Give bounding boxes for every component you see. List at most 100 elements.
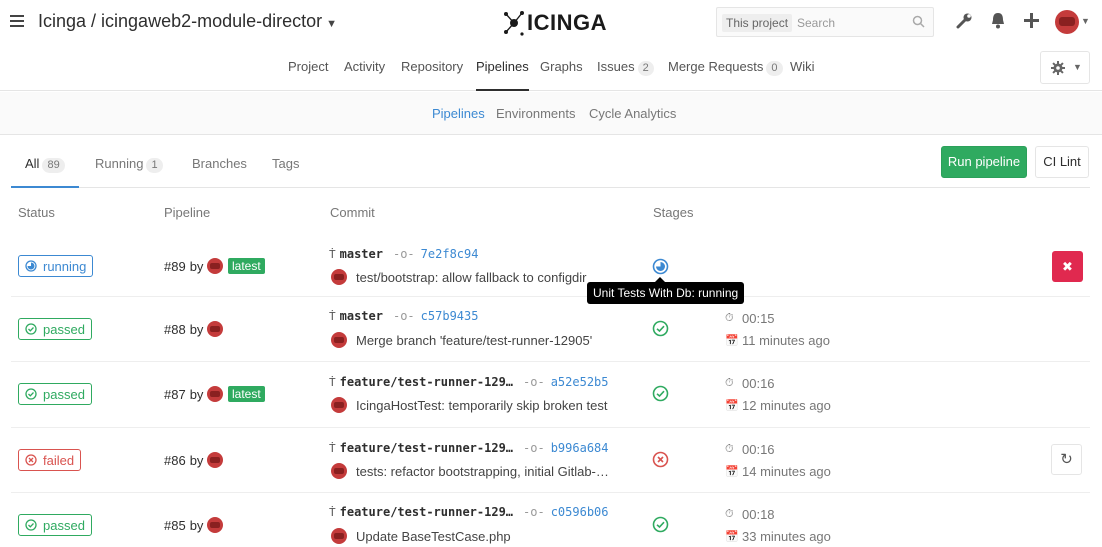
pipeline-duration: ⏱ 00:18 (725, 507, 775, 522)
status-badge[interactable]: running (18, 255, 94, 277)
column-header-stages: Stages (653, 205, 694, 220)
stage-failed-icon[interactable] (652, 451, 669, 468)
pipelines-sub-nav: Pipelines Environments Cycle Analytics (0, 92, 1102, 135)
merge-requests-count-badge: 0 (766, 61, 783, 76)
commit-icon: -o- (392, 309, 415, 323)
avatar[interactable] (331, 332, 347, 348)
nav-item-merge-requests[interactable]: Merge Requests 0 (668, 59, 783, 76)
pipeline-id[interactable]: #89 by (164, 258, 224, 274)
sub-nav-environments[interactable]: Environments (496, 106, 575, 121)
nav-item-issues[interactable]: Issues 2 (597, 59, 654, 76)
stage-passed-icon[interactable] (652, 385, 669, 402)
branch-link[interactable]: feature/test-runner-129… (340, 441, 513, 455)
branch-link[interactable]: master (340, 309, 383, 323)
gear-icon (1051, 61, 1065, 75)
commit-sha-link[interactable]: c0596b06 (551, 505, 609, 519)
status-badge[interactable]: passed (18, 318, 92, 340)
chevron-down-icon: ▼ (1073, 62, 1082, 72)
commit-ref: Ṫ master -o- c57b9435 (329, 309, 478, 323)
avatar[interactable] (331, 269, 347, 285)
nav-item-project[interactable]: Project (288, 59, 328, 74)
commit-message: test/bootstrap: allow fallback to config… (331, 269, 587, 285)
run-pipeline-button[interactable]: Run pipeline (941, 146, 1027, 178)
plus-icon[interactable] (1024, 13, 1039, 28)
calendar-icon: 📅 (725, 400, 739, 412)
commit-title-link[interactable]: test/bootstrap: allow fallback to config… (356, 270, 587, 285)
column-header-status: Status (18, 205, 55, 220)
pipeline-id[interactable]: #87 by (164, 386, 224, 402)
commit-title-link[interactable]: IcingaHostTest: temporarily skip broken … (356, 398, 607, 413)
avatar[interactable] (331, 463, 347, 479)
project-settings-dropdown[interactable]: ▼ (1040, 51, 1090, 84)
sub-nav-cycle-analytics[interactable]: Cycle Analytics (589, 106, 676, 121)
chevron-down-icon[interactable]: ▼ (1081, 16, 1090, 26)
chevron-down-icon[interactable]: ▼ (326, 18, 337, 30)
avatar[interactable] (207, 258, 224, 274)
status-badge[interactable]: failed (18, 449, 82, 471)
logo-text: ICINGA (527, 10, 607, 35)
avatar[interactable] (331, 528, 347, 544)
branch-link[interactable]: master (340, 247, 383, 261)
commit-title-link[interactable]: Update BaseTestCase.php (356, 529, 511, 544)
retry-pipeline-button[interactable]: ↻ (1051, 444, 1082, 475)
calendar-icon: 📅 (725, 531, 739, 543)
nav-item-graphs[interactable]: Graphs (540, 59, 583, 74)
table-row: running #89 by latest Ṫ master -o- 7e2f8c… (11, 234, 1090, 297)
commit-title-link[interactable]: Merge branch 'feature/test-runner-12905' (356, 333, 592, 348)
tab-all[interactable]: All 89 (11, 156, 79, 188)
commit-icon: -o- (523, 505, 545, 519)
avatar[interactable] (207, 452, 224, 468)
timer-icon: ⏱ (725, 508, 734, 520)
nav-item-activity[interactable]: Activity (344, 59, 385, 74)
stage-passed-icon[interactable] (652, 320, 669, 337)
tab-branches[interactable]: Branches (192, 156, 247, 171)
commit-icon: -o- (523, 375, 545, 389)
status-badge[interactable]: passed (18, 514, 92, 536)
calendar-icon: 📅 (725, 335, 739, 347)
pipeline-id[interactable]: #88 by (164, 321, 224, 337)
wrench-icon[interactable] (956, 12, 973, 29)
project-title-text[interactable]: Icinga / icingaweb2-module-director (38, 11, 322, 31)
status-badge[interactable]: passed (18, 383, 92, 405)
cancel-pipeline-button[interactable]: ✖ (1052, 251, 1083, 282)
timer-icon: ⏱ (725, 312, 734, 324)
branch-link[interactable]: feature/test-runner-129… (340, 505, 513, 519)
calendar-icon: 📅 (725, 466, 739, 478)
search-scope-badge[interactable]: This project (722, 14, 793, 32)
avatar[interactable] (207, 321, 224, 337)
branch-link[interactable]: feature/test-runner-129… (340, 375, 513, 389)
nav-item-wiki[interactable]: Wiki (790, 59, 815, 74)
tab-running-count: 1 (146, 158, 163, 173)
pipeline-finished: 📅 11 minutes ago (725, 333, 830, 348)
tab-running[interactable]: Running 1 (95, 156, 163, 173)
stage-passed-icon[interactable] (652, 516, 669, 533)
search-input[interactable]: This project Search (716, 7, 934, 37)
commit-title-link[interactable]: tests: refactor bootstrapping, initial G… (356, 464, 609, 479)
commit-sha-link[interactable]: c57b9435 (421, 309, 479, 323)
commit-sha-link[interactable]: 7e2f8c94 (421, 247, 479, 261)
ci-lint-button[interactable]: CI Lint (1035, 146, 1089, 178)
pipeline-finished: 📅 33 minutes ago (725, 529, 831, 544)
commit-icon: -o- (523, 441, 545, 455)
retry-icon: ↻ (1060, 451, 1073, 468)
pipeline-id[interactable]: #86 by (164, 452, 224, 468)
bell-icon[interactable] (990, 12, 1006, 29)
nav-item-pipelines[interactable]: Pipelines (476, 59, 529, 91)
avatar[interactable] (331, 397, 347, 413)
avatar[interactable] (207, 386, 224, 402)
commit-sha-link[interactable]: a52e52b5 (551, 375, 609, 389)
pipeline-duration: ⏱ 00:16 (725, 376, 775, 391)
avatar[interactable] (207, 517, 224, 533)
icinga-logo[interactable]: ICINGA (503, 6, 607, 40)
commit-sha-link[interactable]: b996a684 (551, 441, 609, 455)
nav-item-repository[interactable]: Repository (401, 59, 463, 74)
hamburger-icon[interactable] (10, 15, 24, 27)
sub-nav-pipelines[interactable]: Pipelines (432, 106, 485, 121)
user-avatar[interactable] (1055, 10, 1079, 34)
search-placeholder: Search (797, 16, 836, 30)
stage-running-icon[interactable] (652, 258, 669, 275)
tab-tags[interactable]: Tags (272, 156, 299, 171)
project-title[interactable]: Icinga / icingaweb2-module-director ▼ (38, 11, 337, 32)
commit-message: Merge branch 'feature/test-runner-12905' (331, 332, 592, 348)
pipeline-id[interactable]: #85 by (164, 517, 224, 533)
